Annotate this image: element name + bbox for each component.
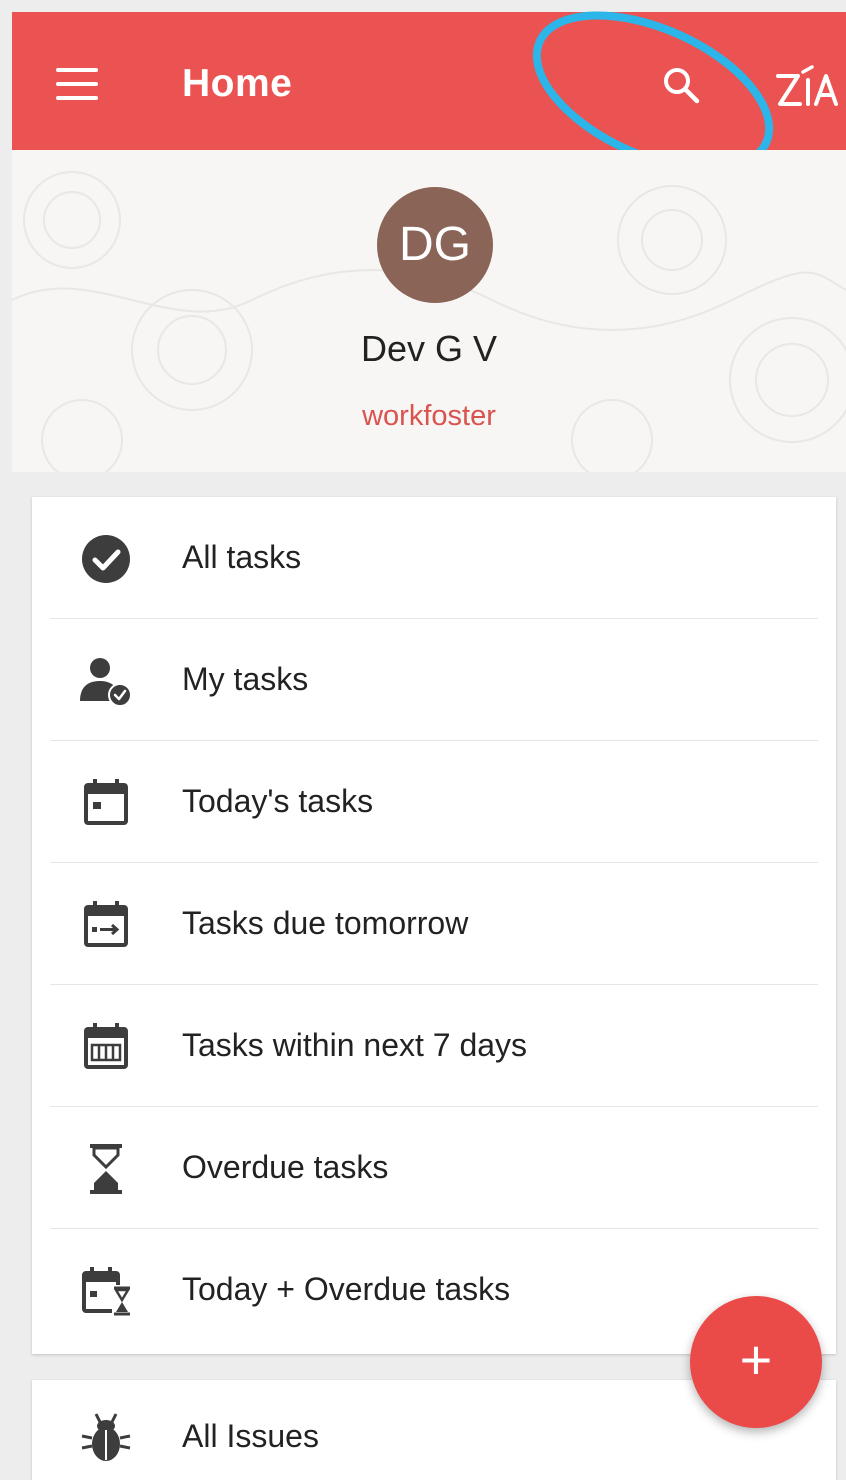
- menu-item-all-tasks[interactable]: All tasks: [32, 497, 836, 619]
- calendar-today-icon: [78, 775, 134, 831]
- menu-item-label: Overdue tasks: [182, 1149, 389, 1185]
- search-icon[interactable]: [658, 62, 706, 110]
- menu-item-tasks-next-7-days[interactable]: Tasks within next 7 days: [32, 985, 836, 1107]
- add-button[interactable]: +: [690, 1296, 822, 1428]
- menu-item-label: Today's tasks: [182, 783, 374, 819]
- menu-item-label: Tasks within next 7 days: [182, 1027, 528, 1063]
- menu-item-tasks-due-tomorrow[interactable]: Tasks due tomorrow: [32, 863, 836, 985]
- menu-item-my-tasks[interactable]: My tasks: [32, 619, 836, 741]
- menu-item-label: Tasks due tomorrow: [182, 905, 469, 941]
- menu-item-label: All tasks: [182, 539, 302, 575]
- profile-name: Dev G V: [360, 328, 498, 369]
- plus-icon: +: [739, 1328, 773, 1391]
- menu-icon[interactable]: [54, 64, 102, 112]
- page-title: Home: [182, 62, 293, 105]
- menu-item-label: Today + Overdue tasks: [182, 1271, 511, 1307]
- check-circle-icon: [78, 531, 134, 587]
- menu-item-overdue-tasks[interactable]: Overdue tasks: [32, 1107, 836, 1229]
- calendar-arrow-icon: [78, 897, 134, 953]
- hourglass-icon: [78, 1141, 134, 1197]
- menu-item-label: All Issues: [182, 1418, 319, 1454]
- avatar[interactable]: DG: [377, 187, 493, 303]
- zia-icon[interactable]: [772, 64, 840, 114]
- menu-item-todays-tasks[interactable]: Today's tasks: [32, 741, 836, 863]
- task-filter-list: All tasks My tasks Today's tasks Tasks d…: [32, 497, 836, 1354]
- calendar-week-icon: [78, 1019, 134, 1075]
- profile-header: DG Dev G V workfoster: [12, 150, 846, 472]
- app-bar: Home: [12, 12, 846, 150]
- bug-icon: [78, 1410, 134, 1466]
- menu-item-label: My tasks: [182, 661, 309, 697]
- organization-name[interactable]: workfoster: [12, 400, 846, 433]
- user-check-icon: [78, 653, 134, 709]
- calendar-hourglass-icon: [78, 1263, 134, 1319]
